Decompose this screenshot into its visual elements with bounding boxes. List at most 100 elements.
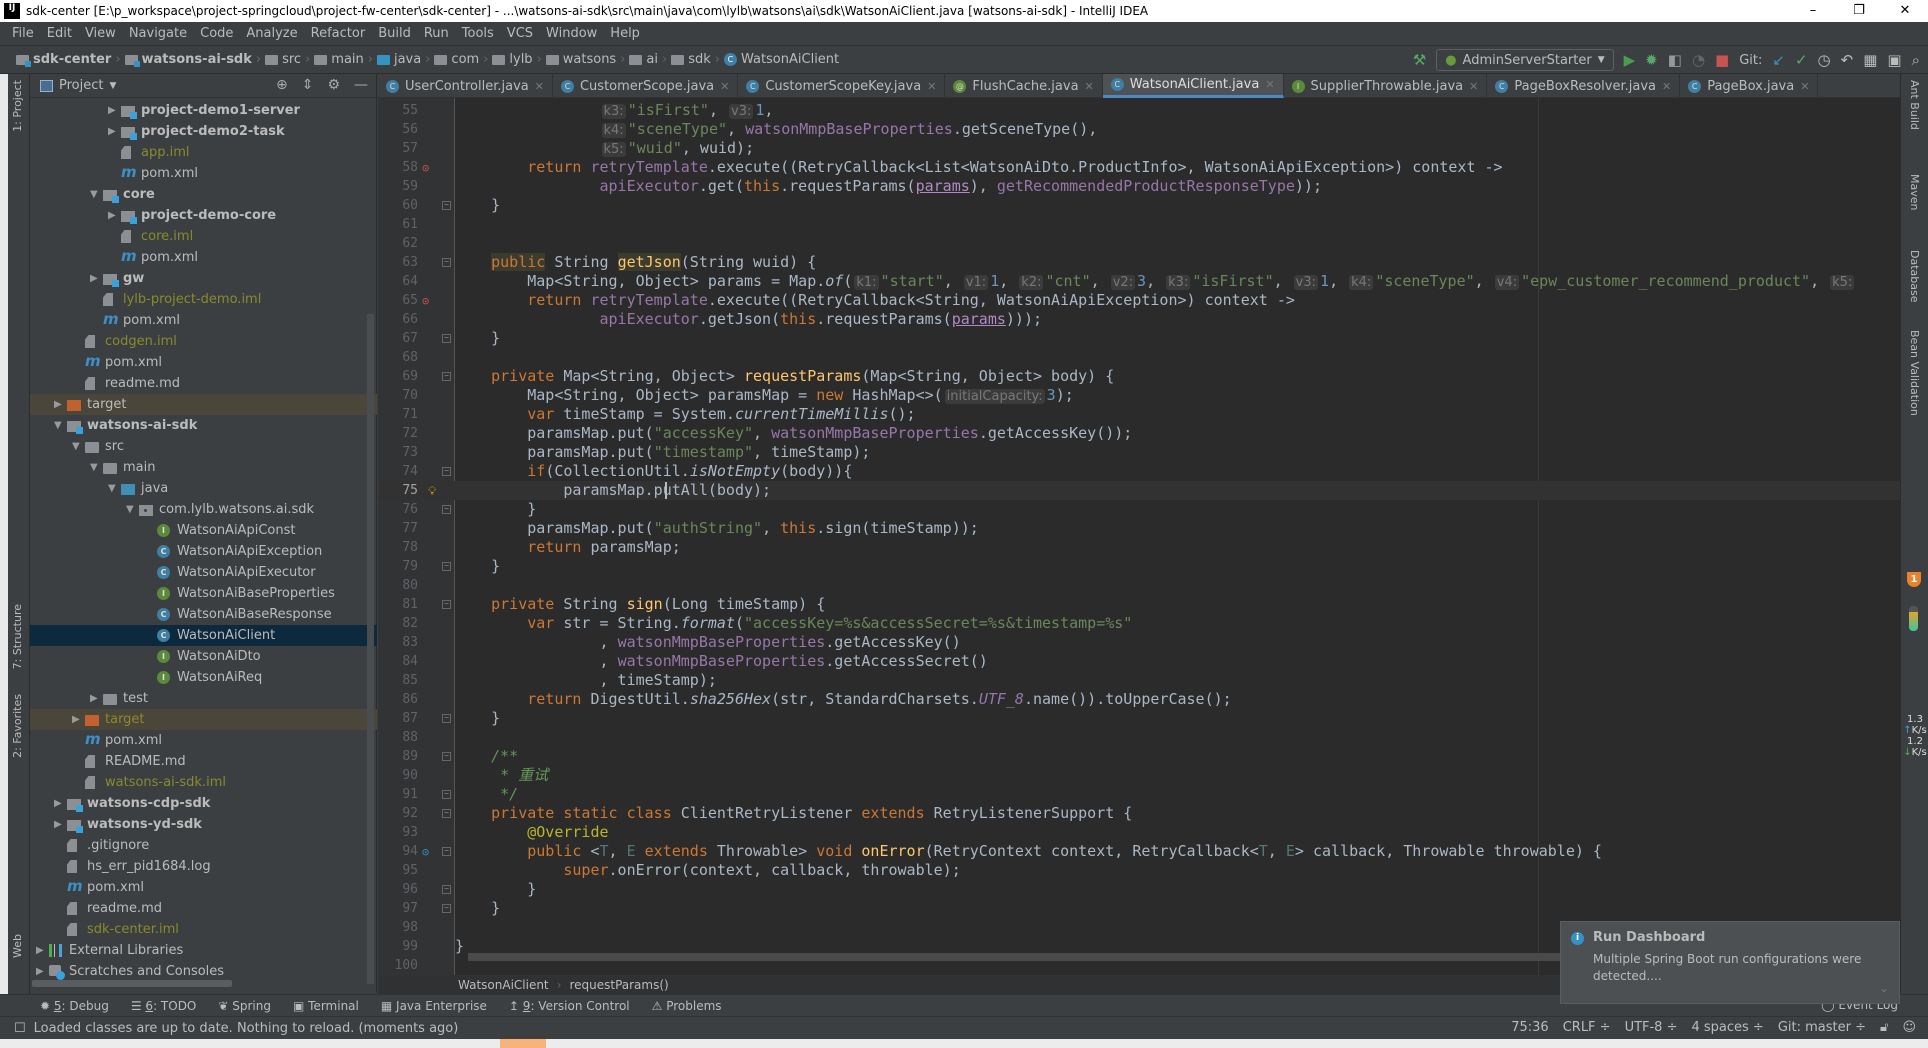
tree-item[interactable]: ▶ target bbox=[30, 709, 377, 730]
fold-marker-icon[interactable]: − bbox=[442, 201, 451, 210]
tree-item[interactable]: readme.md bbox=[30, 373, 377, 394]
collapsed-arrow-icon[interactable]: ▶ bbox=[36, 961, 44, 982]
code-text[interactable]: return retryTemplate.execute((RetryCallb… bbox=[455, 291, 1295, 310]
profile-icon[interactable]: ◔ bbox=[1692, 50, 1705, 70]
nav-crumb[interactable]: sdk-center › bbox=[16, 52, 121, 67]
collapsed-arrow-icon[interactable]: ▶ bbox=[108, 100, 116, 121]
code-text[interactable]: } bbox=[455, 329, 500, 348]
code-line[interactable]: 95 super.onError(context, callback, thro… bbox=[378, 861, 1900, 880]
code-text[interactable]: private String sign(Long timeStamp) { bbox=[455, 595, 825, 614]
code-text[interactable]: } bbox=[455, 557, 500, 576]
tree-item[interactable]: core.iml bbox=[30, 226, 377, 247]
debug-icon[interactable]: ✹ bbox=[1645, 50, 1658, 70]
menu-edit[interactable]: Edit bbox=[47, 26, 72, 41]
tree-item[interactable]: m pom.xml bbox=[30, 352, 377, 373]
code-line[interactable]: 89 − /** bbox=[378, 747, 1900, 766]
code-line[interactable]: 85 , timeStamp); bbox=[378, 671, 1900, 690]
menu-run[interactable]: Run bbox=[424, 26, 449, 41]
code-text[interactable]: k5: "wuid", wuid); bbox=[455, 139, 754, 159]
nav-crumb[interactable]: com › bbox=[434, 52, 488, 67]
code-editor[interactable]: 55 k3: "isFirst", v3: 1, 56 k4: "sceneType",… bbox=[378, 98, 1900, 975]
tree-item[interactable]: ▼ watsons-ai-sdk bbox=[30, 415, 377, 436]
code-text[interactable]: } bbox=[455, 196, 500, 215]
fold-marker-icon[interactable]: − bbox=[442, 600, 451, 609]
code-line[interactable]: 65 ⊙ return retryTemplate.execute((RetryC… bbox=[378, 291, 1900, 310]
project-structure-icon[interactable]: ▦ bbox=[1863, 50, 1877, 70]
menu-vcs[interactable]: VCS bbox=[507, 26, 533, 41]
menu-build[interactable]: Build bbox=[378, 26, 411, 41]
nav-crumb[interactable]: C WatsonAiClient bbox=[723, 52, 839, 67]
code-line[interactable]: 91 − */ bbox=[378, 785, 1900, 804]
tree-item[interactable]: I WatsonAiBaseProperties bbox=[30, 583, 377, 604]
database-tool-button[interactable]: Database bbox=[1908, 250, 1921, 303]
fold-marker-icon[interactable]: − bbox=[442, 258, 451, 267]
nav-crumb[interactable]: main › bbox=[314, 52, 373, 67]
tree-item[interactable]: C WatsonAiClient bbox=[30, 625, 377, 646]
code-line[interactable]: 87 − } bbox=[378, 709, 1900, 728]
fold-marker-icon[interactable]: − bbox=[442, 714, 451, 723]
code-line[interactable]: 64 Map<String, Object> params = Map.of(k… bbox=[378, 272, 1900, 291]
fold-marker-icon[interactable]: − bbox=[442, 334, 451, 343]
code-text[interactable]: var timeStamp = System.currentTimeMillis… bbox=[455, 405, 915, 424]
problems-badge[interactable]: 1 bbox=[1907, 572, 1921, 587]
code-text[interactable]: apiExecutor.get(this.requestParams(param… bbox=[455, 177, 1322, 196]
tab-customerscopekey[interactable]: C CustomerScopeKey.java ✕ bbox=[738, 74, 946, 98]
code-line[interactable]: 96 − } bbox=[378, 880, 1900, 899]
code-line[interactable]: 97 − } bbox=[378, 899, 1900, 918]
collapse-all-icon[interactable]: ⇕ bbox=[302, 77, 314, 93]
override-icon[interactable]: ⊙ bbox=[422, 292, 429, 311]
tab-pagebox[interactable]: C PageBox.java ✕ bbox=[1680, 74, 1819, 98]
menu-analyze[interactable]: Analyze bbox=[246, 26, 297, 41]
expanded-arrow-icon[interactable]: ▼ bbox=[54, 415, 62, 436]
nav-crumb[interactable]: src › bbox=[265, 52, 310, 67]
tree-item[interactable]: ▶ project-demo1-server bbox=[30, 100, 377, 121]
code-text[interactable]: return retryTemplate.execute((RetryCallb… bbox=[455, 158, 1502, 177]
bulb-icon[interactable]: 💡︎ bbox=[428, 482, 436, 501]
tree-item[interactable]: app.iml bbox=[30, 142, 377, 163]
tab-usercontroller[interactable]: C UserController.java ✕ bbox=[378, 74, 553, 98]
code-text[interactable]: Map<String, Object> params = Map.of(k1: "… bbox=[455, 272, 1856, 292]
collapsed-arrow-icon[interactable]: ▶ bbox=[54, 793, 62, 814]
presentation-icon[interactable]: ▣ bbox=[1887, 50, 1901, 70]
expanded-arrow-icon[interactable]: ▼ bbox=[90, 457, 98, 478]
tree-item[interactable]: ▶ watsons-cdp-sdk bbox=[30, 793, 377, 814]
tree-item[interactable]: C WatsonAiApiExecutor bbox=[30, 562, 377, 583]
code-line[interactable]: 55 k3: "isFirst", v3: 1, bbox=[378, 101, 1900, 120]
code-text[interactable]: return DigestUtil.sha256Hex(str, Standar… bbox=[455, 690, 1231, 709]
code-line[interactable]: 70 Map<String, Object> paramsMap = new H… bbox=[378, 386, 1900, 405]
menu-navigate[interactable]: Navigate bbox=[129, 26, 187, 41]
tree-item[interactable]: m pom.xml bbox=[30, 310, 377, 331]
tree-item[interactable]: I WatsonAiDto bbox=[30, 646, 377, 667]
code-line[interactable]: 66 apiExecutor.getJson(this.requestParam… bbox=[378, 310, 1900, 329]
tree-item[interactable]: ▶ project-demo-core bbox=[30, 205, 377, 226]
fold-marker-icon[interactable]: − bbox=[442, 847, 451, 856]
tab-customerscope[interactable]: C CustomerScope.java ✕ bbox=[553, 74, 739, 98]
nav-crumb[interactable]: ai › bbox=[629, 52, 667, 67]
tool-versioncontrol[interactable]: ↥ 9: Version Control bbox=[509, 999, 630, 1013]
bean-validation-tool-button[interactable]: Bean Validation bbox=[1908, 330, 1921, 416]
override-icon[interactable]: ⊙ bbox=[422, 159, 429, 178]
code-line[interactable]: 77 paramsMap.put("authString", this.sign… bbox=[378, 519, 1900, 538]
fold-marker-icon[interactable]: − bbox=[442, 752, 451, 761]
tree-item[interactable]: m pom.xml bbox=[30, 163, 377, 184]
tree-item[interactable]: ▼ com.lylb.watsons.ai.sdk bbox=[30, 499, 377, 520]
code-line[interactable]: 83 , watsonMmpBaseProperties.getAccessKe… bbox=[378, 633, 1900, 652]
close-tab-icon[interactable]: ✕ bbox=[1662, 80, 1671, 93]
tree-item[interactable]: ▼ java bbox=[30, 478, 377, 499]
close-tab-icon[interactable]: ✕ bbox=[927, 80, 936, 93]
rollback-icon[interactable]: ↶ bbox=[1841, 50, 1854, 70]
code-text[interactable]: } bbox=[455, 880, 536, 899]
tree-item[interactable]: ▶ test bbox=[30, 688, 377, 709]
collapsed-arrow-icon[interactable]: ▶ bbox=[54, 394, 62, 415]
code-text[interactable]: */ bbox=[455, 785, 518, 804]
code-text[interactable]: paramsMap.put("accessKey", watsonMmpBase… bbox=[455, 424, 1132, 443]
tree-item[interactable]: hs_err_pid1684.log bbox=[30, 856, 377, 877]
code-text[interactable]: paramsMap.putAll(body); bbox=[455, 481, 771, 500]
collapsed-arrow-icon[interactable]: ▶ bbox=[90, 268, 98, 289]
lock-icon[interactable]: 🔓︎ bbox=[1880, 1020, 1888, 1035]
code-text[interactable]: private static class ClientRetryListener… bbox=[455, 804, 1132, 823]
tree-item[interactable]: README.md bbox=[30, 751, 377, 772]
ant-build-tool-button[interactable]: Ant Build bbox=[1908, 80, 1921, 130]
collapsed-arrow-icon[interactable]: ▶ bbox=[108, 121, 116, 142]
chevron-down-icon[interactable]: ▼ bbox=[109, 81, 116, 91]
